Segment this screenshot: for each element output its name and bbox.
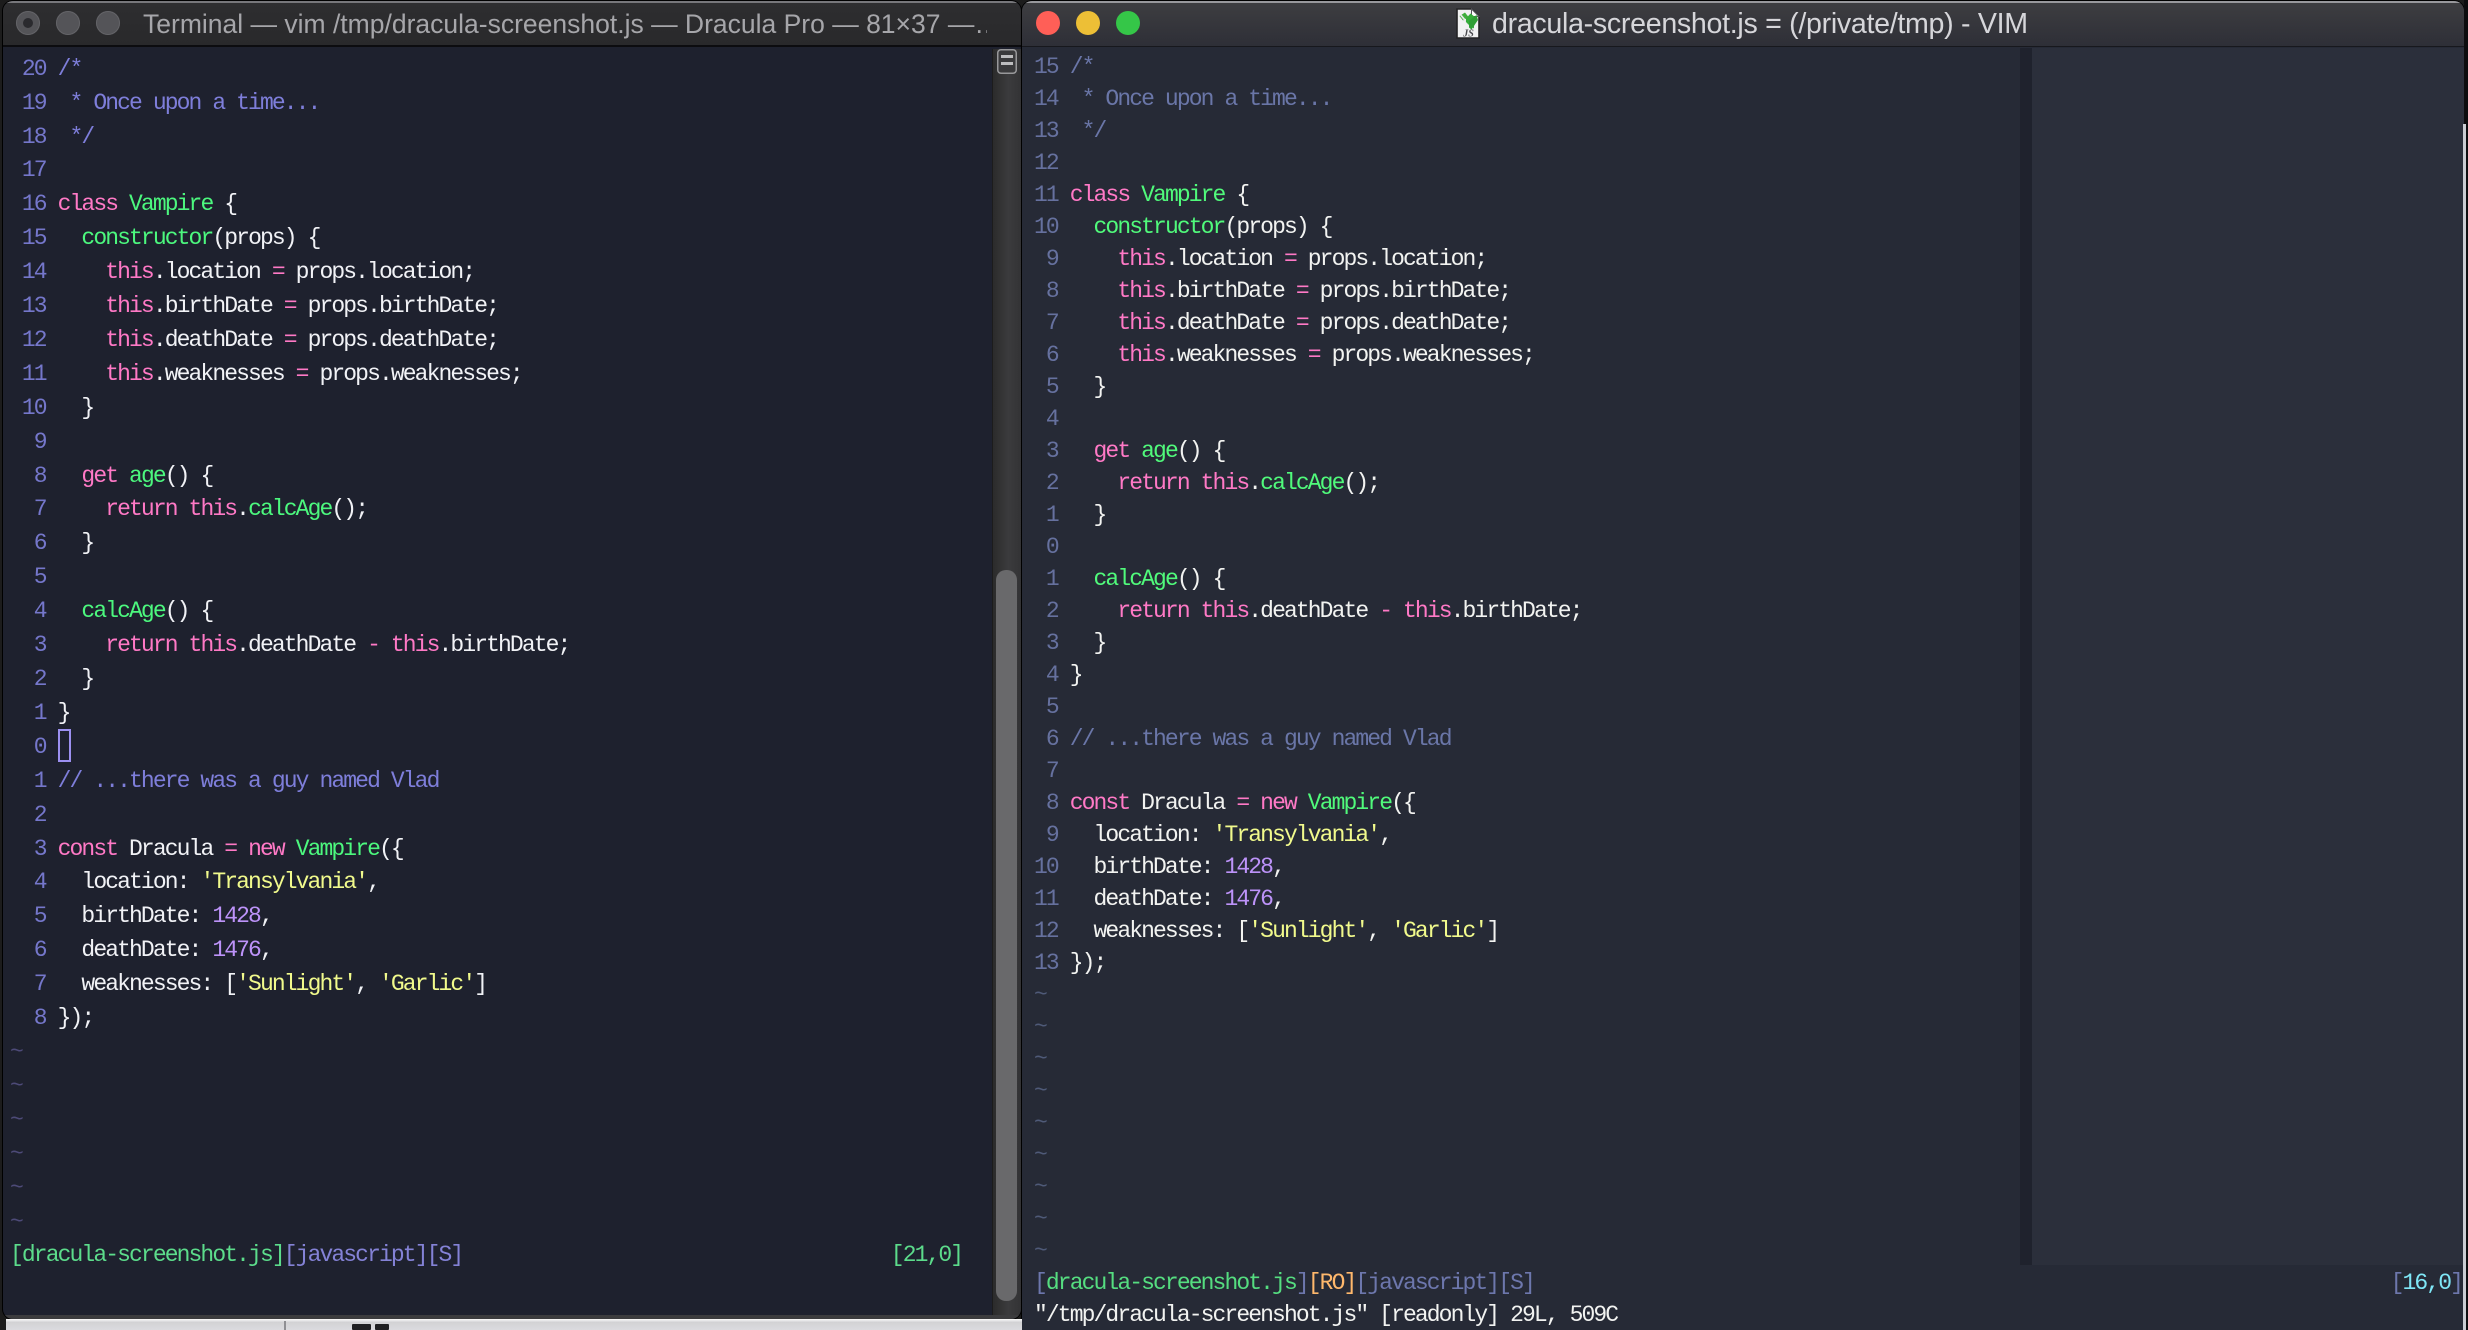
- svg-text:JS: JS: [1462, 29, 1474, 40]
